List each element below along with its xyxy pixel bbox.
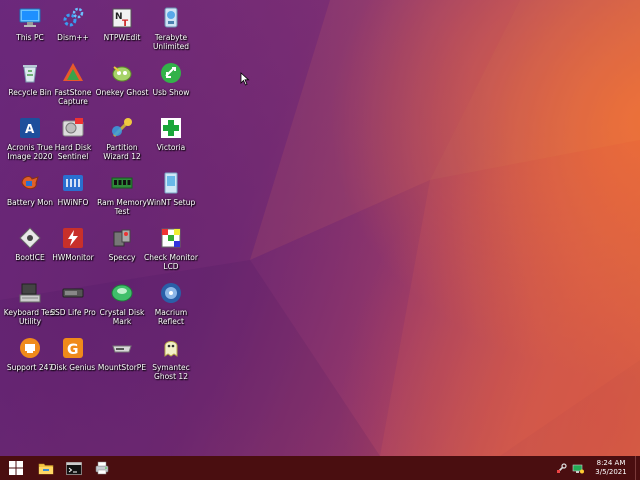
usb-show-icon — [159, 61, 183, 85]
battery-mon-icon — [18, 171, 42, 195]
ssd-icon — [61, 281, 85, 305]
bootice-icon — [18, 226, 42, 250]
onekey-ghost-icon — [110, 61, 134, 85]
hard-disk-sentinel-icon — [61, 116, 85, 140]
ram-icon — [110, 171, 134, 195]
hwmonitor-icon — [61, 226, 85, 250]
desktop-icon-victoria[interactable]: Victoria — [143, 112, 199, 152]
desktop-icon-label: Victoria — [156, 143, 186, 152]
desktop-icon-label: Check Monitor LCD — [144, 253, 198, 271]
clock-time: 8:24 AM — [596, 459, 626, 467]
desktop-icon-label: Terabyte Unlimited — [152, 33, 190, 51]
desktop-icon-symantec-ghost-12[interactable]: Symantec Ghost 12 — [143, 332, 199, 381]
windows-logo-icon — [9, 461, 23, 475]
terabyte-icon — [159, 6, 183, 30]
symantec-ghost-icon — [159, 336, 183, 360]
partition-wizard-icon — [110, 116, 134, 140]
taskbar-clock[interactable]: 8:24 AM 3/5/2021 — [589, 459, 633, 477]
faststone-icon — [61, 61, 85, 85]
recycle-bin-icon — [18, 61, 42, 85]
disk-genius-icon: G — [61, 336, 85, 360]
desktop-icon-macrium-reflect[interactable]: Macrium Reflect — [143, 277, 199, 326]
svg-text:A: A — [25, 122, 35, 136]
check-monitor-icon — [159, 226, 183, 250]
taskbar-command-prompt-button[interactable] — [60, 456, 88, 480]
system-tray: 8:24 AM 3/5/2021 — [555, 456, 640, 480]
taskbar-network-printer-button[interactable] — [88, 456, 116, 480]
mountstorpe-icon — [110, 336, 134, 360]
dism-gear-icon — [61, 6, 85, 30]
desktop-icon-terabyte-unlimited[interactable]: Terabyte Unlimited — [143, 2, 199, 51]
desktop-icon-label: Symantec Ghost 12 — [152, 363, 190, 381]
desktop-icon-partition-wizard-12[interactable]: Partition Wizard 12 — [94, 112, 150, 161]
svg-text:G: G — [67, 342, 79, 358]
hwinfo-icon — [61, 171, 85, 195]
mouse-cursor-icon — [240, 72, 250, 86]
desktop-icon-label: Macrium Reflect — [154, 308, 188, 326]
show-desktop-button[interactable] — [635, 456, 640, 480]
desktop-icon-winnt-setup[interactable]: WinNT Setup — [143, 167, 199, 207]
acronis-icon: A — [18, 116, 42, 140]
file-explorer-icon — [38, 463, 54, 475]
desktop-icon-faststone-capture[interactable]: FastStone Capture — [45, 57, 101, 106]
keyboard-test-icon — [18, 281, 42, 305]
crystal-disk-icon — [110, 281, 134, 305]
tools-tray-icon[interactable] — [555, 462, 567, 474]
svg-text:T: T — [122, 19, 129, 29]
clock-date: 3/5/2021 — [595, 468, 627, 476]
taskbar-file-explorer-button[interactable] — [32, 456, 60, 480]
victoria-cross-icon — [159, 116, 183, 140]
speccy-icon — [110, 226, 134, 250]
desktop[interactable]: This PC Dism++ N T NTPWEdit Terabyte Unlimite… — [0, 0, 640, 456]
support-icon — [18, 336, 42, 360]
ntpwedit-icon: NT — [110, 6, 134, 30]
taskbar: 8:24 AM 3/5/2021 — [0, 456, 640, 480]
desktop-icon-check-monitor-lcd[interactable]: Check Monitor LCD — [143, 222, 199, 271]
desktop-icon-label: Usb Show — [152, 88, 190, 97]
macrium-icon — [159, 281, 183, 305]
winnt-setup-icon — [159, 171, 183, 195]
command-prompt-icon — [66, 461, 82, 475]
start-button[interactable] — [0, 456, 32, 480]
network-printer-icon — [95, 461, 109, 475]
desktop-icon-label: WinNT Setup — [146, 198, 196, 207]
this-pc-icon — [18, 6, 42, 30]
desktop-icon-usb-show[interactable]: Usb Show — [143, 57, 199, 97]
network-tray-icon[interactable] — [572, 462, 584, 474]
desktop-icon-ram-memory-test[interactable]: Ram Memory Test — [94, 167, 150, 216]
